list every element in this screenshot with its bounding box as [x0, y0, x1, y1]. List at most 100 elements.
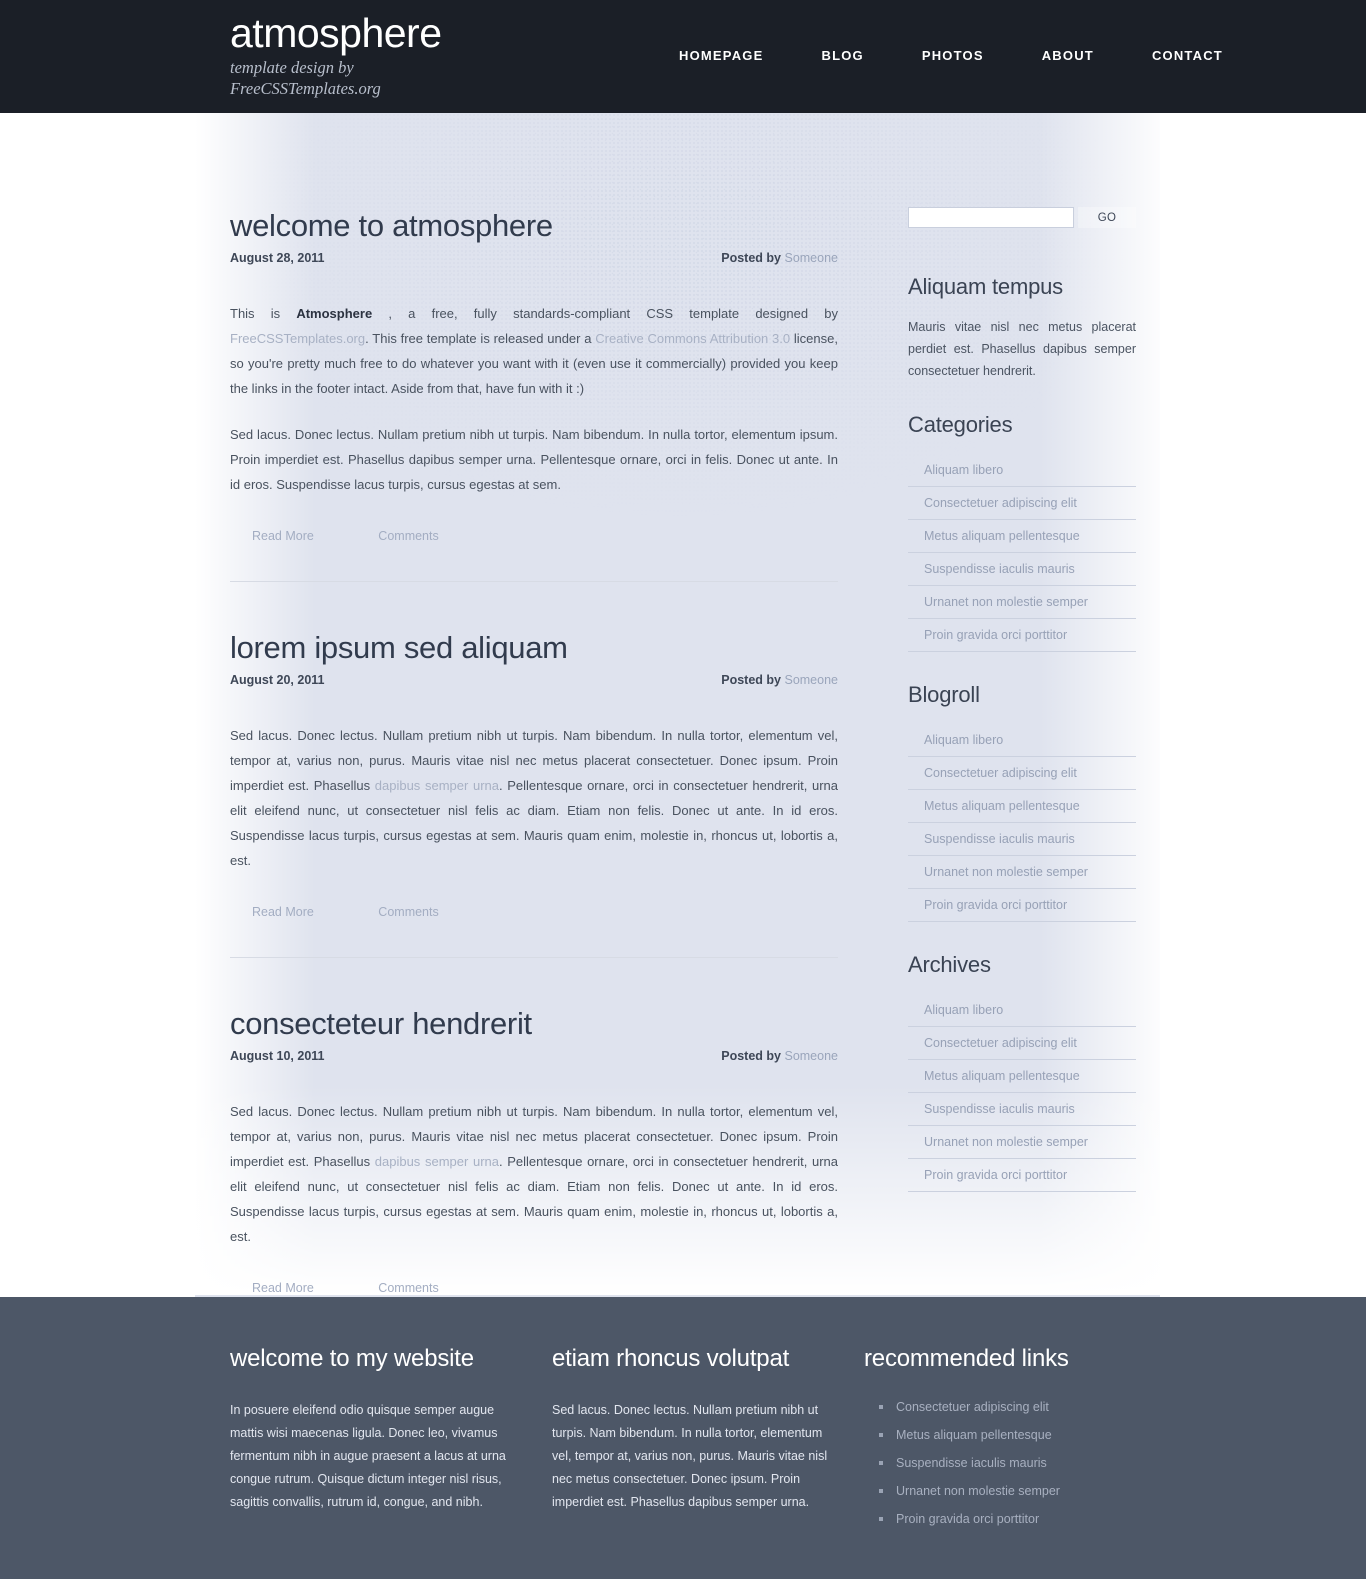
para-text-b: , a free, fully standards-compliant CSS …: [372, 306, 839, 321]
recommended-link[interactable]: Proin gravida orci porttitor: [896, 1512, 1039, 1526]
list-item[interactable]: Consectetuer adipiscing elit: [908, 1027, 1136, 1060]
post-title[interactable]: lorem ipsum sed aliquam: [230, 629, 838, 667]
list-item[interactable]: Proin gravida orci porttitor: [908, 1159, 1136, 1192]
site-tagline: template design by FreeCSSTemplates.org: [230, 57, 442, 99]
blogroll-link[interactable]: Urnanet non molestie semper: [908, 856, 1136, 888]
category-link[interactable]: Aliquam libero: [908, 454, 1136, 486]
nav-link-photos[interactable]: PHOTOS: [893, 48, 1013, 63]
post-author-link[interactable]: Someone: [784, 251, 838, 265]
blogroll-link[interactable]: Proin gravida orci porttitor: [908, 889, 1136, 921]
post-title[interactable]: welcome to atmosphere: [230, 207, 838, 245]
brand-emphasis: Atmosphere: [296, 306, 373, 321]
blogroll-link[interactable]: Aliquam libero: [908, 724, 1136, 756]
posted-by-label: Posted by: [721, 251, 781, 265]
search-go-button[interactable]: GO: [1078, 207, 1136, 228]
category-link[interactable]: Metus aliquam pellentesque: [908, 520, 1136, 552]
inline-link[interactable]: dapibus semper urna: [375, 778, 499, 793]
nav-item-blog[interactable]: BLOG: [792, 48, 892, 63]
list-item[interactable]: Metus aliquam pellentesque: [908, 790, 1136, 823]
list-item[interactable]: Aliquam libero: [908, 454, 1136, 487]
category-link[interactable]: Consectetuer adipiscing elit: [908, 487, 1136, 519]
nav-link-contact[interactable]: CONTACT: [1123, 48, 1252, 63]
comments-link[interactable]: Comments: [378, 529, 438, 543]
footer-heading: etiam rhoncus volutpat: [552, 1345, 790, 1372]
list-item[interactable]: Aliquam libero: [908, 724, 1136, 757]
recommended-link[interactable]: Suspendisse iaculis mauris: [896, 1456, 1047, 1470]
archive-link[interactable]: Proin gravida orci porttitor: [908, 1159, 1136, 1191]
sidebar: GO Aliquam tempus Mauris vitae nisl nec …: [908, 207, 1136, 1222]
comments-link[interactable]: Comments: [378, 905, 438, 919]
read-more-link[interactable]: Read More: [252, 1281, 314, 1295]
post-author-wrap: Posted by Someone: [721, 1049, 838, 1063]
list-item[interactable]: Urnanet non molestie semper: [908, 1126, 1136, 1159]
post-links: Read More Comments: [230, 527, 838, 545]
nav-item-contact[interactable]: CONTACT: [1123, 48, 1252, 63]
list-item[interactable]: Metus aliquam pellentesque: [876, 1427, 1114, 1455]
list-item[interactable]: Metus aliquam pellentesque: [908, 520, 1136, 553]
inline-link[interactable]: dapibus semper urna: [375, 1154, 499, 1169]
post-separator: [230, 581, 838, 582]
blog-post: welcome to atmosphere August 28, 2011 Po…: [230, 207, 838, 582]
list-item[interactable]: Consectetuer adipiscing elit: [908, 757, 1136, 790]
recommended-link[interactable]: Consectetuer adipiscing elit: [896, 1400, 1049, 1414]
post-links: Read More Comments: [230, 1279, 838, 1297]
search-form: GO: [908, 207, 1136, 228]
list-item[interactable]: Urnanet non molestie semper: [876, 1483, 1114, 1511]
list-item[interactable]: Proin gravida orci porttitor: [908, 889, 1136, 922]
list-item[interactable]: Suspendisse iaculis mauris: [876, 1455, 1114, 1483]
nav-link-about[interactable]: ABOUT: [1013, 48, 1123, 63]
list-item[interactable]: Urnanet non molestie semper: [908, 586, 1136, 619]
category-link[interactable]: Proin gravida orci porttitor: [908, 619, 1136, 651]
post-author-link[interactable]: Someone: [784, 1049, 838, 1063]
blogroll-link[interactable]: Suspendisse iaculis mauris: [908, 823, 1136, 855]
post-title[interactable]: consecteteur hendrerit: [230, 1005, 838, 1043]
nav-link-blog[interactable]: BLOG: [792, 48, 892, 63]
list-item[interactable]: Metus aliquam pellentesque: [908, 1060, 1136, 1093]
site-logo[interactable]: atmosphere template design by FreeCSSTem…: [230, 10, 442, 99]
nav-item-homepage[interactable]: HOMEPAGE: [650, 48, 792, 63]
footer-heading: welcome to my website: [230, 1345, 474, 1372]
read-more-link[interactable]: Read More: [252, 529, 314, 543]
post-paragraph: Sed lacus. Donec lectus. Nullam pretium …: [230, 1099, 838, 1249]
nav-item-photos[interactable]: PHOTOS: [893, 48, 1013, 63]
archive-link[interactable]: Suspendisse iaculis mauris: [908, 1093, 1136, 1125]
blog-post: consecteteur hendrerit August 10, 2011 P…: [230, 1005, 838, 1297]
blogroll-link[interactable]: Metus aliquam pellentesque: [908, 790, 1136, 822]
blogroll-link[interactable]: Consectetuer adipiscing elit: [908, 757, 1136, 789]
sidebar-block-categories: Categories Aliquam libero Consectetuer a…: [908, 412, 1136, 652]
list-item[interactable]: Urnanet non molestie semper: [908, 856, 1136, 889]
post-body: Sed lacus. Donec lectus. Nullam pretium …: [230, 723, 838, 873]
nav-link-homepage[interactable]: HOMEPAGE: [650, 48, 792, 63]
post-date: August 28, 2011: [230, 251, 325, 265]
list-item[interactable]: Aliquam libero: [908, 994, 1136, 1027]
list-item[interactable]: Suspendisse iaculis mauris: [908, 553, 1136, 586]
archive-link[interactable]: Urnanet non molestie semper: [908, 1126, 1136, 1158]
recommended-link[interactable]: Urnanet non molestie semper: [896, 1484, 1060, 1498]
list-item[interactable]: Consectetuer adipiscing elit: [876, 1399, 1114, 1427]
nav-item-about[interactable]: ABOUT: [1013, 48, 1123, 63]
list-item[interactable]: Consectetuer adipiscing elit: [908, 487, 1136, 520]
list-item[interactable]: Proin gravida orci porttitor: [876, 1511, 1114, 1539]
footer-column-etiam: etiam rhoncus volutpat Sed lacus. Donec …: [552, 1345, 832, 1539]
recommended-links-list: Consectetuer adipiscing elit Metus aliqu…: [864, 1399, 1114, 1539]
list-item[interactable]: Suspendisse iaculis mauris: [908, 1093, 1136, 1126]
search-input[interactable]: [908, 207, 1075, 228]
list-item[interactable]: Suspendisse iaculis mauris: [908, 823, 1136, 856]
footer-inner: welcome to my website In posuere eleifen…: [230, 1345, 1136, 1539]
sidebar-heading: Blogroll: [908, 682, 980, 707]
archive-link[interactable]: Consectetuer adipiscing elit: [908, 1027, 1136, 1059]
page-body: welcome to atmosphere August 28, 2011 Po…: [0, 113, 1366, 1297]
recommended-link[interactable]: Metus aliquam pellentesque: [896, 1428, 1052, 1442]
post-author-link[interactable]: Someone: [784, 673, 838, 687]
read-more-link[interactable]: Read More: [252, 905, 314, 919]
list-item[interactable]: Proin gravida orci porttitor: [908, 619, 1136, 652]
archive-link[interactable]: Aliquam libero: [908, 994, 1136, 1026]
freecsstemplates-link[interactable]: FreeCSSTemplates.org: [230, 331, 365, 346]
category-link[interactable]: Suspendisse iaculis mauris: [908, 553, 1136, 585]
nav-list: HOMEPAGE BLOG PHOTOS ABOUT CONTACT: [650, 48, 1252, 63]
para-text-a: This is: [230, 306, 297, 321]
category-link[interactable]: Urnanet non molestie semper: [908, 586, 1136, 618]
creative-commons-link[interactable]: Creative Commons Attribution 3.0: [595, 331, 790, 346]
comments-link[interactable]: Comments: [378, 1281, 438, 1295]
archive-link[interactable]: Metus aliquam pellentesque: [908, 1060, 1136, 1092]
